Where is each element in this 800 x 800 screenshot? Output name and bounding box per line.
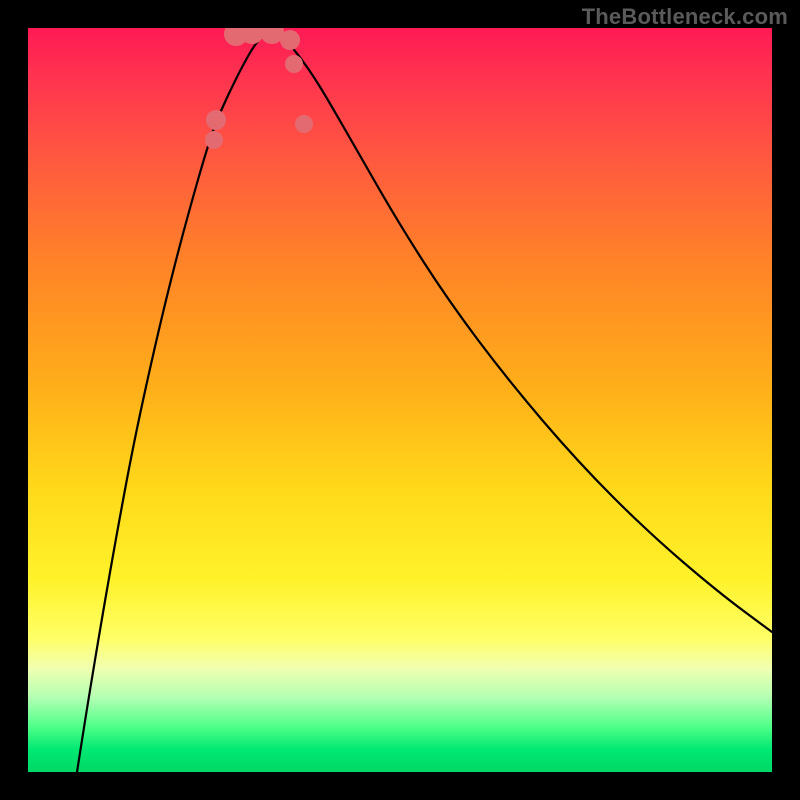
chart-frame: TheBottleneck.com — [0, 0, 800, 800]
marker-dot — [295, 115, 313, 133]
marker-dot — [285, 55, 303, 73]
marker-dot — [205, 131, 223, 149]
left-curve — [77, 28, 272, 772]
marker-dot — [206, 110, 226, 130]
curve-layer — [28, 28, 772, 772]
watermark-text: TheBottleneck.com — [582, 4, 788, 30]
marker-dot — [280, 30, 300, 50]
right-curve — [272, 28, 772, 632]
plot-area — [28, 28, 772, 772]
marker-group — [205, 28, 313, 149]
